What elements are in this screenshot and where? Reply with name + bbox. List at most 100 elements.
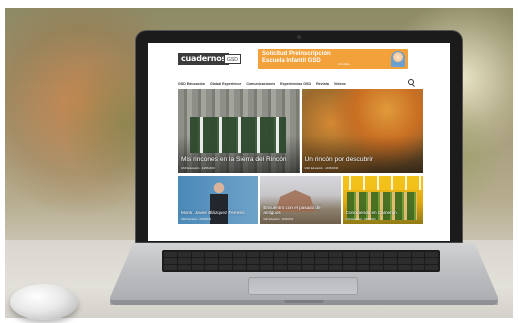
keyboard-key	[287, 252, 301, 258]
keyboard-key	[219, 264, 232, 270]
site-logo[interactable]: cuadernos	[178, 53, 230, 65]
keyboard-key	[274, 252, 287, 258]
article-grid: Mons. Javier Blázquez Ferreiro GSD Educa…	[178, 176, 423, 224]
keyboard-key	[384, 258, 397, 264]
keyboard-key	[274, 264, 287, 270]
keyboard-key	[397, 264, 411, 270]
hero-grid: Mis rincones en la Sierra del Rincón GSD…	[178, 89, 423, 173]
keyboard-key	[411, 258, 425, 264]
keyboard-key	[246, 258, 260, 264]
trackpad	[248, 277, 358, 295]
pattern-decoration	[342, 176, 423, 190]
keyboard-key	[384, 252, 397, 258]
computer-mouse	[10, 284, 78, 320]
keyboard-key	[370, 252, 383, 258]
keyboard-key	[315, 252, 328, 258]
banner-subtitle: Escuela Infantil GSD	[262, 58, 321, 64]
hero-card[interactable]: Mis rincones en la Sierra del Rincón GSD…	[178, 89, 300, 173]
keyboard-key	[370, 264, 383, 270]
article-title: Encuentro con el pasado de antiguos	[263, 205, 321, 215]
keyboard-key	[329, 252, 342, 258]
article-title: Mons. Javier Blázquez Ferreiro	[181, 210, 245, 215]
hero-title: Un rincón por descubrir	[304, 155, 374, 163]
nav-item-global-experience[interactable]: Global Experience	[210, 82, 241, 86]
nav-item-revista[interactable]: Revista	[316, 82, 329, 86]
keyboard-key	[246, 264, 260, 270]
group-photo	[346, 192, 417, 220]
hero-title: Mis rincones en la Sierra del Rincón	[181, 155, 287, 163]
keyboard-key	[342, 258, 356, 264]
keyboard-key	[411, 252, 425, 258]
nav-item-videos[interactable]: Vídeos	[334, 82, 346, 86]
keyboard-key	[232, 252, 246, 258]
nav-item-experiencias[interactable]: Experiencias GSD	[280, 82, 311, 86]
keyboard-key	[260, 252, 273, 258]
keyboard-key	[370, 258, 383, 264]
keyboard-key	[164, 264, 177, 270]
keyboard-key	[219, 258, 232, 264]
keyboard-key	[301, 258, 315, 264]
nav-item-gsd-educacion[interactable]: GSD Educación	[178, 82, 205, 86]
keyboard-key	[260, 264, 273, 270]
keyboard-key	[274, 258, 287, 264]
article-card[interactable]: Mons. Javier Blázquez Ferreiro GSD Educa…	[178, 176, 259, 224]
article-card[interactable]: Encuentro con el pasado de antiguos GSD …	[260, 176, 341, 224]
article-card[interactable]: Conociendo en Camerún GSD Educación · 24…	[342, 176, 423, 224]
keyboard-key	[232, 264, 246, 270]
hero-card[interactable]: Un rincón por descubrir GSD Educación · …	[301, 89, 423, 173]
portrait-photo	[210, 182, 228, 224]
keyboard-key	[384, 264, 397, 270]
webcam-icon	[297, 35, 301, 39]
keyboard-key	[301, 252, 315, 258]
nav-item-comunicaciones[interactable]: Comunicaciones	[246, 82, 275, 86]
preinscription-banner[interactable]: Solicitud Preinscripción Escuela Infanti…	[258, 49, 408, 69]
search-icon[interactable]	[408, 79, 414, 85]
keyboard	[162, 250, 440, 272]
keyboard-key	[287, 264, 301, 270]
keyboard-key	[315, 264, 328, 270]
hero-meta: GSD Educación · 24/05/2019	[181, 167, 215, 170]
main-nav: GSD Educación Global Experience Comunica…	[178, 79, 428, 89]
lid-opening-notch	[284, 300, 324, 303]
keyboard-key	[219, 252, 232, 258]
keyboard-key	[356, 258, 370, 264]
laptop-lid: cuadernos GSD Solicitud Preinscripción E…	[136, 31, 462, 244]
keyboard-key	[232, 258, 246, 264]
keyboard-key	[301, 264, 315, 270]
article-meta: GSD Educación · 24/05/2019	[263, 219, 294, 221]
keyboard-key	[191, 252, 205, 258]
keyboard-key	[191, 264, 205, 270]
keyboard-key	[177, 258, 191, 264]
article-meta: GSD Educación · 24/05/2019	[181, 219, 211, 221]
keyboard-key	[205, 264, 218, 270]
keyboard-key	[329, 264, 342, 270]
keyboard-key	[287, 258, 301, 264]
article-title: Conociendo en Camerún	[345, 210, 397, 215]
keyboard-key	[260, 258, 273, 264]
keyboard-key	[425, 264, 438, 270]
banner-title: Solicitud Preinscripción	[262, 51, 331, 57]
keyboard-key	[342, 264, 356, 270]
keyboard-key	[397, 258, 411, 264]
keyboard-key	[356, 252, 370, 258]
laptop-screen: cuadernos GSD Solicitud Preinscripción E…	[148, 43, 450, 241]
keyboard-key	[425, 258, 438, 264]
keyboard-key	[177, 252, 191, 258]
keyboard-key	[315, 258, 328, 264]
keyboard-key	[342, 252, 356, 258]
site-logo-tag: GSD	[224, 54, 241, 64]
group-photo	[190, 117, 286, 153]
keyboard-key	[397, 252, 411, 258]
keyboard-key	[177, 264, 191, 270]
article-meta: GSD Educación · 24/05/2019	[345, 219, 376, 221]
keyboard-key	[356, 264, 370, 270]
banner-note: 0-3 años	[338, 62, 350, 66]
child-photo-icon	[391, 51, 405, 67]
site-header: cuadernos GSD Solicitud Preinscripción E…	[148, 43, 450, 77]
keyboard-key	[164, 258, 177, 264]
keyboard-key	[425, 252, 438, 258]
keyboard-key	[205, 252, 218, 258]
hero-meta: GSD Educación · 24/05/2019	[304, 167, 339, 170]
keyboard-key	[411, 264, 425, 270]
keyboard-key	[164, 252, 177, 258]
